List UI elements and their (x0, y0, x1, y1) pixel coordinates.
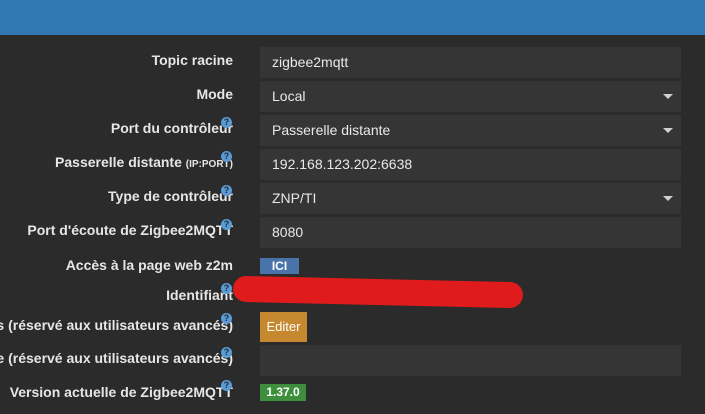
help-icon[interactable]: ? (221, 117, 232, 128)
controller-port-value: Passerelle distante (272, 122, 391, 138)
listen-port-input[interactable]: 8080 (260, 217, 681, 248)
controller-type-label: Type de contrôleur (108, 188, 233, 204)
version-label: Version actuelle de Zigbee2MQTT (9, 384, 233, 400)
help-icon[interactable]: ? (221, 185, 232, 196)
advanced-input[interactable] (260, 345, 681, 376)
web-access-label: Accès à la page web z2m (65, 257, 233, 273)
remote-gateway-input[interactable]: 192.168.123.202:6638 (260, 149, 681, 180)
advanced-edit-label: s (réservé aux utilisateurs avancés) (0, 317, 233, 333)
mode-value: Local (272, 88, 306, 104)
remote-gateway-label: Passerelle distante (IP:PORT) (55, 154, 233, 170)
help-icon[interactable]: ? (221, 313, 232, 324)
controller-port-label: Port du contrôleur (110, 120, 233, 136)
topic-label: Topic racine (151, 52, 233, 68)
listen-port-label: Port d'écoute de Zigbee2MQTT (27, 222, 233, 238)
chevron-down-icon (663, 94, 673, 99)
controller-port-select[interactable]: Passerelle distante (260, 115, 681, 146)
help-icon[interactable]: ? (221, 219, 232, 230)
advanced-field-label: e (réservé aux utilisateurs avancés) (0, 350, 233, 366)
help-icon[interactable]: ? (221, 151, 232, 162)
mode-label: Mode (196, 86, 233, 102)
web-access-button[interactable]: ICI (260, 258, 299, 274)
help-icon[interactable]: ? (221, 347, 232, 358)
chevron-down-icon (663, 128, 673, 133)
version-badge: 1.37.0 (260, 384, 306, 401)
controller-type-select[interactable]: ZNP/TI (260, 183, 681, 214)
remote-gateway-label-text: Passerelle distante (55, 154, 182, 170)
help-icon[interactable]: ? (221, 380, 232, 391)
top-bar (0, 0, 705, 35)
topic-input[interactable]: zigbee2mqtt (260, 47, 681, 78)
help-icon[interactable]: ? (221, 283, 232, 294)
chevron-down-icon (663, 196, 673, 201)
edit-button[interactable]: Editer (260, 312, 307, 342)
mode-select[interactable]: Local (260, 81, 681, 112)
controller-type-value: ZNP/TI (272, 190, 317, 206)
